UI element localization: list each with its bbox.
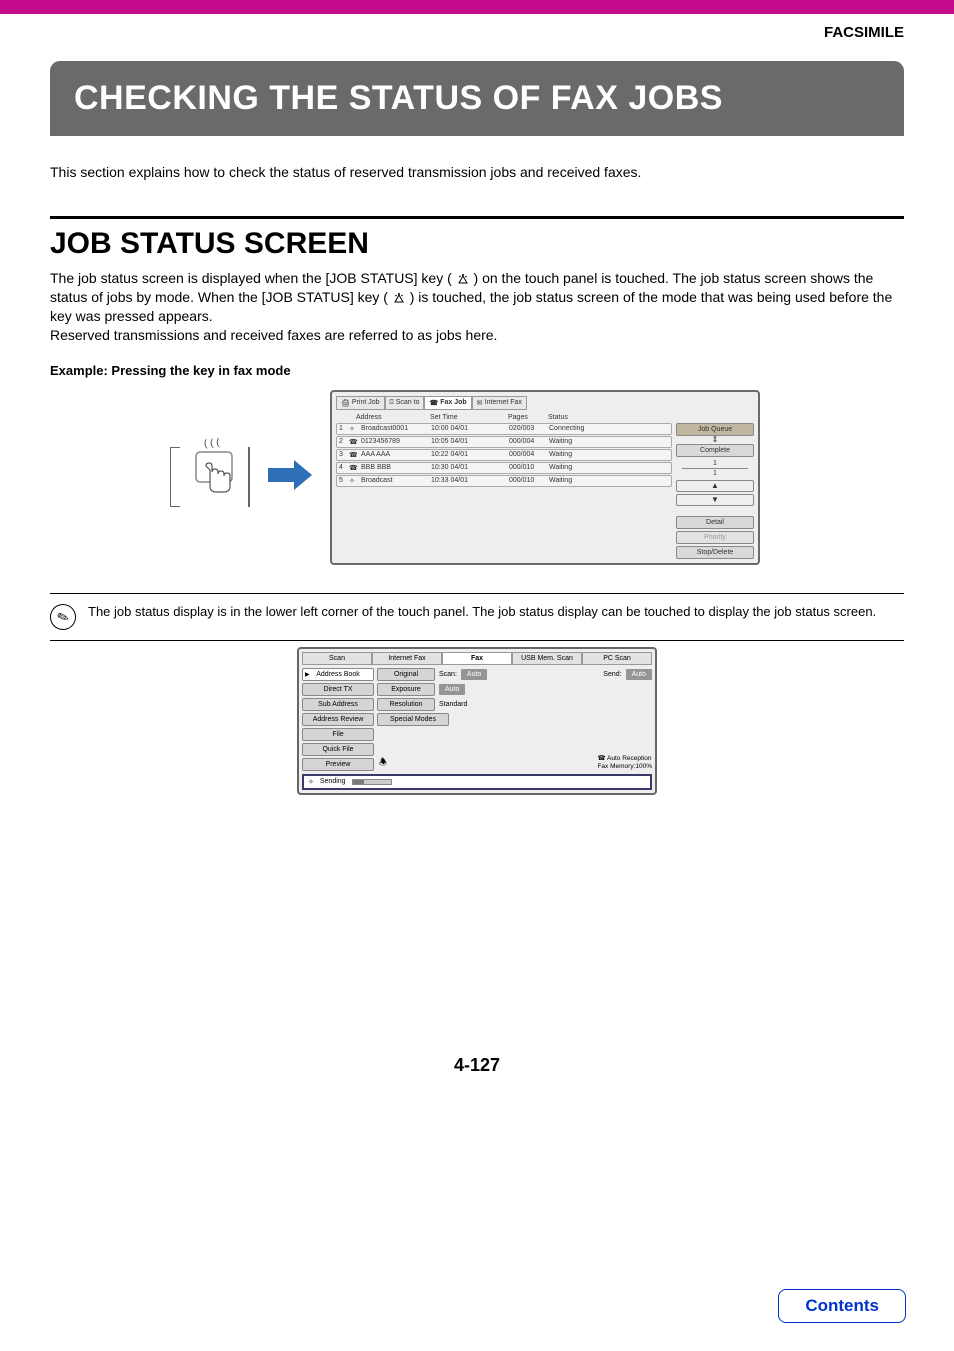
page-title: CHECKING THE STATUS OF FAX JOBS <box>74 79 880 118</box>
tab-pc-scan[interactable]: PC Scan <box>582 652 652 665</box>
table-row[interactable]: 5 ✧ Broadcast 10:33 04/01 000/010 Waitin… <box>336 475 672 487</box>
detail-button[interactable]: Detail <box>676 516 754 529</box>
broadcast-small-icon: ✧ <box>308 778 314 786</box>
note-text: The job status display is in the lower l… <box>88 604 876 621</box>
tab-usb-mem-scan[interactable]: USB Mem. Scan <box>512 652 582 665</box>
status-text: Sending <box>320 778 346 785</box>
scan-label: Scan: <box>439 671 457 678</box>
direct-tx-button[interactable]: Direct TX <box>302 683 374 696</box>
resolution-value: Standard <box>439 701 467 708</box>
scroll-up-button[interactable]: ▲ <box>676 480 754 492</box>
broadcast-icon: ✧ <box>349 425 361 433</box>
phone-icon: ☎ <box>349 451 361 459</box>
quick-file-button[interactable]: Quick File <box>302 743 374 756</box>
sub-address-button[interactable]: Sub Address <box>302 698 374 711</box>
note-block: The job status display is in the lower l… <box>50 593 904 641</box>
fax-mode-screen: Scan Internet Fax Fax USB Mem. Scan PC S… <box>297 647 657 795</box>
exposure-button[interactable]: Exposure <box>377 683 435 696</box>
complete-button[interactable]: Complete <box>676 444 754 457</box>
exposure-value: Auto <box>439 684 465 695</box>
reception-info: ☎ Auto Reception Fax Memory:100% <box>597 755 652 769</box>
example-diagram: ( ( ( 🖨 Print Job ⌼ S <box>50 390 904 565</box>
table-row[interactable]: 3 ☎ AAA AAA 10:22 04/01 000/004 Waiting <box>336 449 672 461</box>
tab-scan[interactable]: Scan <box>302 652 372 665</box>
bracket-icon <box>170 447 180 507</box>
speaker-icon[interactable]: 🕭 <box>379 755 387 771</box>
hand-tap-icon: ( ( ( <box>190 450 238 505</box>
tab-internet-fax[interactable]: Internet Fax <box>372 652 442 665</box>
fax-icon: ☎ <box>429 399 438 407</box>
priority-button[interactable]: Priority <box>676 531 754 544</box>
intro-paragraph: This section explains how to check the s… <box>50 164 904 180</box>
job-status-screen: 🖨 Print Job ⌼ Scan to ☎ Fax Job ✉ Intern… <box>330 390 760 565</box>
example-label: Example: Pressing the key in fax mode <box>50 363 904 378</box>
phone-icon: ☎ <box>349 464 361 472</box>
tab-fax[interactable]: Fax <box>442 652 512 665</box>
tab-print-job[interactable]: 🖨 Print Job <box>336 396 385 410</box>
header-section-label: FACSIMILE <box>50 24 904 41</box>
job-list: 1 ✧ Broadcast0001 10:00 04/01 020/003 Co… <box>336 423 672 559</box>
table-row[interactable]: 2 ☎ 0123456789 10:05 04/01 000/004 Waiti… <box>336 436 672 448</box>
arrow-icon <box>268 460 312 495</box>
column-headers: Address Set Time Pages Status <box>336 412 754 423</box>
divider-line <box>248 447 250 507</box>
page-title-block: CHECKING THE STATUS OF FAX JOBS <box>50 61 904 136</box>
body-paragraph: The job status screen is displayed when … <box>50 269 904 345</box>
tab-fax-job[interactable]: ☎ Fax Job <box>424 396 471 410</box>
address-book-button[interactable]: Address Book <box>302 668 374 681</box>
broadcast-icon: ✧ <box>349 477 361 485</box>
phone-icon: ☎ <box>349 438 361 446</box>
section-heading: JOB STATUS SCREEN <box>50 227 904 261</box>
page-number: 4-127 <box>50 1055 904 1076</box>
job-status-key-icon <box>392 289 410 305</box>
internet-fax-icon: ✉ <box>477 399 483 407</box>
scan-icon: ⌼ <box>390 399 394 407</box>
tab-internet-fax[interactable]: ✉ Internet Fax <box>472 396 527 410</box>
table-row[interactable]: 1 ✧ Broadcast0001 10:00 04/01 020/003 Co… <box>336 423 672 435</box>
scroll-down-button[interactable]: ▼ <box>676 494 754 506</box>
page-indicator: 1 1 <box>676 459 754 478</box>
job-status-key-icon <box>456 270 474 286</box>
send-value: Auto <box>626 669 652 680</box>
contents-button[interactable]: Contents <box>778 1289 906 1323</box>
top-accent-bar <box>0 0 954 14</box>
original-button[interactable]: Original <box>377 668 435 681</box>
file-button[interactable]: File <box>302 728 374 741</box>
printer-icon: 🖨 <box>341 399 350 407</box>
job-queue-button[interactable]: Job Queue <box>676 423 754 436</box>
phone-small-icon: ☎ <box>597 755 605 762</box>
resolution-button[interactable]: Resolution <box>377 698 435 711</box>
section-rule <box>50 216 904 219</box>
scan-value: Auto <box>461 669 487 680</box>
progress-bar <box>352 779 392 785</box>
send-label: Send: <box>603 671 621 678</box>
pencil-note-icon <box>46 600 79 633</box>
stop-delete-button[interactable]: Stop/Delete <box>676 546 754 559</box>
special-modes-button[interactable]: Special Modes <box>377 713 449 726</box>
table-row[interactable]: 4 ☎ BBB BBB 10:30 04/01 000/010 Waiting <box>336 462 672 474</box>
swap-icon: ⇕ <box>676 438 754 442</box>
tab-scan-to[interactable]: ⌼ Scan to <box>385 396 425 410</box>
preview-button[interactable]: Preview <box>302 758 374 771</box>
address-review-button[interactable]: Address Review <box>302 713 374 726</box>
job-status-indicator[interactable]: ✧ Sending <box>302 774 652 790</box>
